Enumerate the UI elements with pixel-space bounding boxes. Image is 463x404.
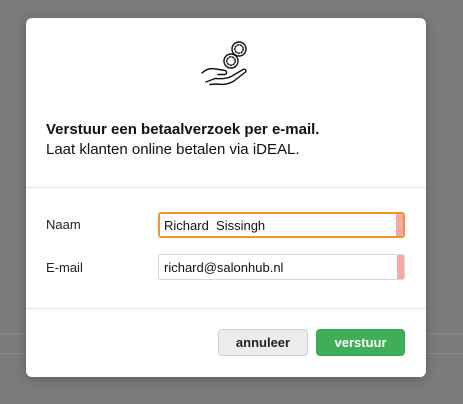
payment-request-dialog: Verstuur een betaalverzoek per e-mail. L…: [26, 18, 426, 377]
footer-divider: [26, 308, 426, 309]
dialog-title: Verstuur een betaalverzoek per e-mail.: [46, 121, 320, 138]
header-divider: [26, 187, 426, 188]
email-field[interactable]: [158, 254, 405, 280]
send-button[interactable]: verstuur: [316, 329, 405, 356]
dialog-subtitle: Laat klanten online betalen via iDEAL.: [46, 141, 300, 158]
name-label: Naam: [46, 217, 81, 232]
email-field-flag: [397, 255, 404, 279]
name-field[interactable]: [158, 212, 405, 238]
name-field-flag: [396, 214, 403, 236]
email-label: E-mail: [46, 260, 83, 275]
hand-with-coins-icon: [199, 40, 251, 88]
cancel-button[interactable]: annuleer: [218, 329, 308, 356]
